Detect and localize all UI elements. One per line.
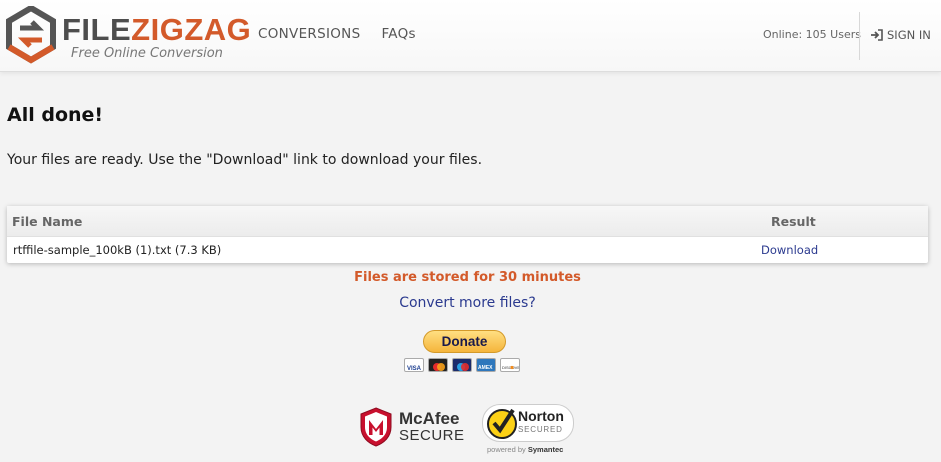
page-subtitle: Your files are ready. Use the "Download"…	[7, 152, 483, 168]
header-divider	[859, 12, 860, 60]
norton-secured-badge[interactable]: Norton SECURED powered by Symantec	[482, 402, 582, 457]
amex-card-icon: AMEX	[476, 358, 496, 372]
sign-in-link[interactable]: SIGN IN	[870, 28, 931, 42]
mcafee-secure-badge[interactable]: McAfee SECURE	[359, 407, 469, 447]
visa-card-icon: VISA	[404, 358, 424, 372]
storage-notice: Files are stored for 30 minutes	[354, 270, 581, 285]
norton-powered-by: powered by Symantec	[487, 445, 564, 454]
payment-cards: VISA AMEX DISCOVER	[404, 358, 520, 372]
online-users-count: Online: 105 Users	[763, 28, 861, 41]
logo-tagline: Free Online Conversion	[71, 46, 223, 61]
mastercard-card-icon	[428, 358, 448, 372]
nav-conversions[interactable]: CONVERSIONS	[258, 26, 360, 42]
column-header-file-name: File Name	[12, 214, 83, 229]
download-link[interactable]: Download	[761, 243, 818, 257]
logo-title: FILEZIGZAG	[62, 12, 252, 47]
donate-button[interactable]: Donate	[423, 330, 506, 353]
sign-in-icon	[871, 29, 883, 41]
filezigzag-logo-icon	[6, 6, 56, 64]
mcafee-shield-icon	[360, 407, 392, 447]
site-logo[interactable]: FILEZIGZAG Free Online Conversion	[4, 4, 251, 68]
page-title: All done!	[7, 104, 104, 126]
norton-sub: SECURED	[518, 425, 563, 434]
site-header: FILEZIGZAG Free Online Conversion CONVER…	[0, 0, 941, 72]
norton-name: Norton	[518, 408, 564, 424]
results-table: File Name Result rtffile-sample_100kB (1…	[7, 206, 928, 263]
maestro-card-icon	[452, 358, 472, 372]
svg-text:VISA: VISA	[407, 366, 422, 372]
main-nav: CONVERSIONS FAQs	[258, 26, 416, 42]
nav-faqs[interactable]: FAQs	[381, 26, 415, 42]
column-header-result: Result	[771, 214, 816, 229]
discover-card-icon: DISCOVER	[500, 358, 520, 372]
norton-check-icon	[487, 408, 517, 439]
file-name-cell: rtffile-sample_100kB (1).txt (7.3 KB)	[13, 243, 222, 257]
table-header: File Name Result	[7, 206, 928, 237]
svg-text:AMEX: AMEX	[478, 365, 493, 371]
sign-in-label: SIGN IN	[887, 28, 931, 42]
mcafee-name: McAfee	[399, 409, 460, 428]
convert-more-link[interactable]: Convert more files?	[0, 295, 935, 311]
mcafee-sub: SECURE	[399, 427, 465, 444]
